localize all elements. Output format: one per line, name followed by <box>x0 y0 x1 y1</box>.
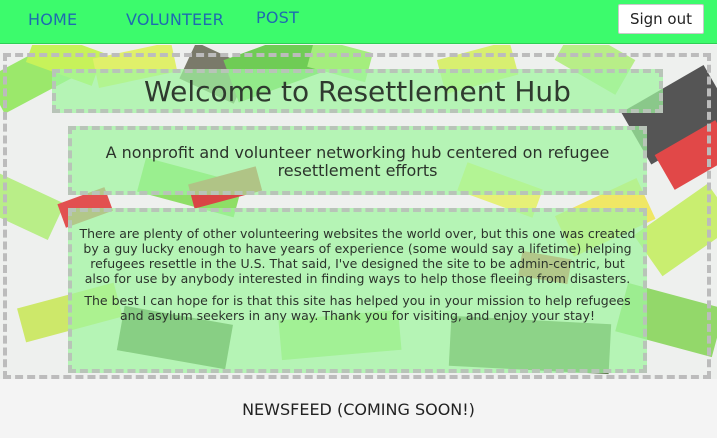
about-panel: There are plenty of other volunteering w… <box>68 208 647 373</box>
hero-section: Welcome to Resettlement Hub A nonprofit … <box>0 45 717 379</box>
sign-out-button[interactable]: Sign out <box>617 4 704 34</box>
newsfeed-heading: NEWSFEED (COMING SOON!) <box>242 400 475 419</box>
about-paragraph-1: There are plenty of other volunteering w… <box>79 226 636 286</box>
page-title: Welcome to Resettlement Hub <box>144 75 571 108</box>
title-panel: Welcome to Resettlement Hub <box>52 69 663 113</box>
page-subtitle: A nonprofit and volunteer networking hub… <box>105 143 610 180</box>
newsfeed-section: NEWSFEED (COMING SOON!) <box>0 379 717 438</box>
nav-volunteer-link[interactable]: VOLUNTEER <box>126 10 224 29</box>
navbar: HOME VOLUNTEER POST Sign out <box>0 0 717 44</box>
subtitle-panel: A nonprofit and volunteer networking hub… <box>68 126 647 195</box>
nav-post-link[interactable]: POST <box>256 8 299 27</box>
about-paragraph-2: The best I can hope for is that this sit… <box>84 293 631 323</box>
nav-home-link[interactable]: HOME <box>28 10 77 29</box>
